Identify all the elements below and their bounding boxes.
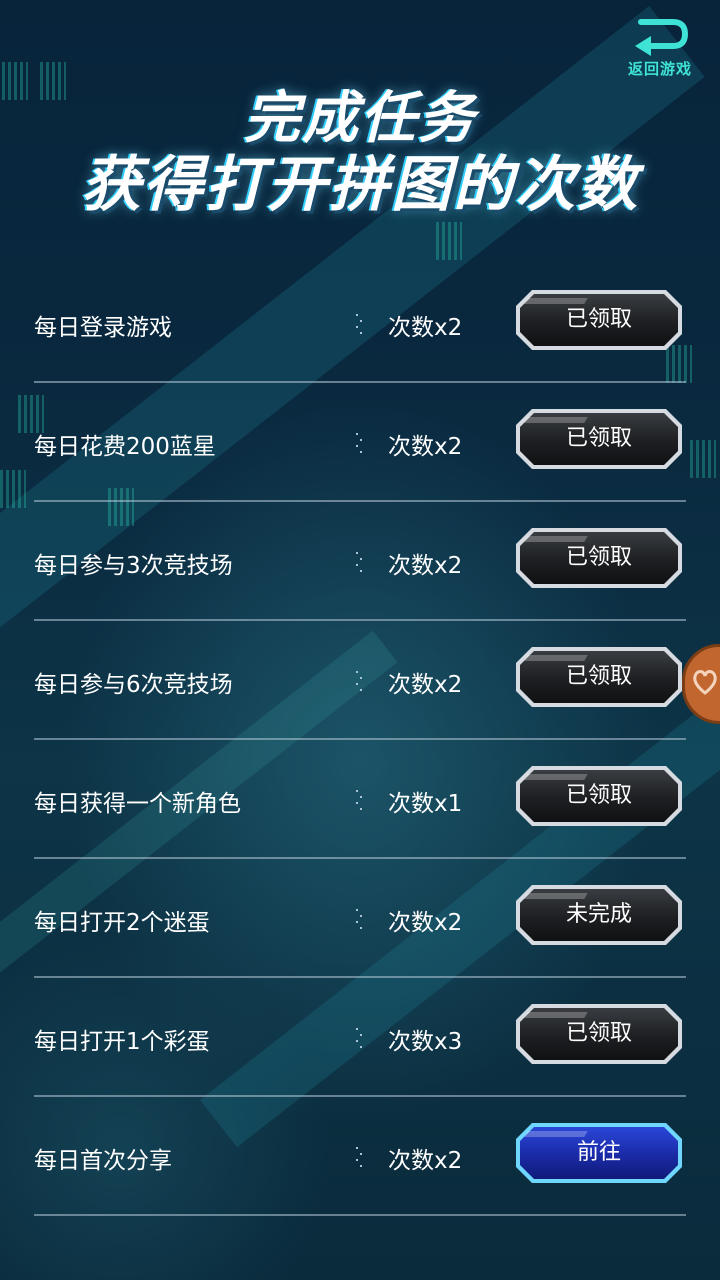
dot-divider bbox=[356, 433, 366, 453]
dot-divider bbox=[356, 1147, 366, 1167]
claimed-button[interactable]: 已领取 bbox=[516, 409, 682, 469]
button-label: 已领取 bbox=[565, 426, 632, 451]
button-label: 已领取 bbox=[565, 664, 632, 689]
task-name: 每日打开1个彩蛋 bbox=[34, 1029, 210, 1055]
task-name: 每日参与3次竞技场 bbox=[34, 553, 233, 579]
bg-pixel-block bbox=[690, 440, 716, 478]
task-reward: 次数x1 bbox=[388, 791, 463, 817]
claimed-button[interactable]: 已领取 bbox=[516, 647, 682, 707]
button-label: 已领取 bbox=[565, 783, 632, 808]
back-to-game-button[interactable]: 返回游戏 bbox=[618, 18, 702, 86]
button-label: 前往 bbox=[576, 1140, 621, 1165]
task-row: 每日打开2个迷蛋 次数x2 未完成 bbox=[34, 859, 686, 978]
incomplete-button[interactable]: 未完成 bbox=[516, 885, 682, 945]
side-floating-badge[interactable] bbox=[682, 644, 720, 724]
task-row: 每日获得一个新角色 次数x1 已领取 bbox=[34, 740, 686, 859]
task-reward: 次数x2 bbox=[388, 1148, 463, 1174]
task-name: 每日打开2个迷蛋 bbox=[34, 910, 210, 936]
claimed-button[interactable]: 已领取 bbox=[516, 1004, 682, 1064]
task-list: 每日登录游戏 次数x2 已领取 每日花费200蓝星 次数x2 已领取 每日参与3… bbox=[34, 264, 686, 1216]
dot-divider bbox=[356, 909, 366, 929]
go-button[interactable]: 前往 bbox=[516, 1123, 682, 1183]
task-row: 每日花费200蓝星 次数x2 已领取 bbox=[34, 383, 686, 502]
task-reward: 次数x2 bbox=[388, 672, 463, 698]
claimed-button[interactable]: 已领取 bbox=[516, 766, 682, 826]
task-reward: 次数x3 bbox=[388, 1029, 463, 1055]
task-row: 每日首次分享 次数x2 前往 bbox=[34, 1097, 686, 1216]
task-name: 每日获得一个新角色 bbox=[34, 791, 241, 817]
task-page: 返回游戏 完成任务 获得打开拼图的次数 每日登录游戏 次数x2 已领取 每日花费… bbox=[0, 0, 720, 1280]
title-line-2: 获得打开拼图的次数 bbox=[81, 150, 639, 220]
heart-badge-icon bbox=[693, 670, 717, 695]
dot-divider bbox=[356, 552, 366, 572]
button-label: 未完成 bbox=[565, 902, 632, 927]
task-reward: 次数x2 bbox=[388, 434, 463, 460]
task-row: 每日参与6次竞技场 次数x2 已领取 bbox=[34, 621, 686, 740]
button-label: 已领取 bbox=[565, 1021, 632, 1046]
dot-divider bbox=[356, 790, 366, 810]
dot-divider bbox=[356, 314, 366, 334]
bg-pixel-block bbox=[0, 470, 26, 508]
claimed-button[interactable]: 已领取 bbox=[516, 290, 682, 350]
return-arrow-icon bbox=[635, 19, 689, 56]
task-row: 每日登录游戏 次数x2 已领取 bbox=[34, 264, 686, 383]
bg-pixel-block bbox=[436, 222, 462, 260]
page-title: 完成任务 获得打开拼图的次数 bbox=[0, 86, 720, 221]
dot-divider bbox=[356, 671, 366, 691]
button-label: 已领取 bbox=[565, 307, 632, 332]
task-reward: 次数x2 bbox=[388, 553, 463, 579]
task-reward: 次数x2 bbox=[388, 910, 463, 936]
button-label: 已领取 bbox=[565, 545, 632, 570]
task-row: 每日参与3次竞技场 次数x2 已领取 bbox=[34, 502, 686, 621]
task-reward: 次数x2 bbox=[388, 315, 463, 341]
title-line-1: 完成任务 bbox=[244, 86, 476, 151]
task-name: 每日登录游戏 bbox=[34, 315, 172, 341]
dot-divider bbox=[356, 1028, 366, 1048]
claimed-button[interactable]: 已领取 bbox=[516, 528, 682, 588]
task-name: 每日首次分享 bbox=[34, 1148, 172, 1174]
task-name: 每日花费200蓝星 bbox=[34, 434, 216, 460]
back-label: 返回游戏 bbox=[627, 60, 692, 78]
task-row: 每日打开1个彩蛋 次数x3 已领取 bbox=[34, 978, 686, 1097]
task-name: 每日参与6次竞技场 bbox=[34, 672, 233, 698]
